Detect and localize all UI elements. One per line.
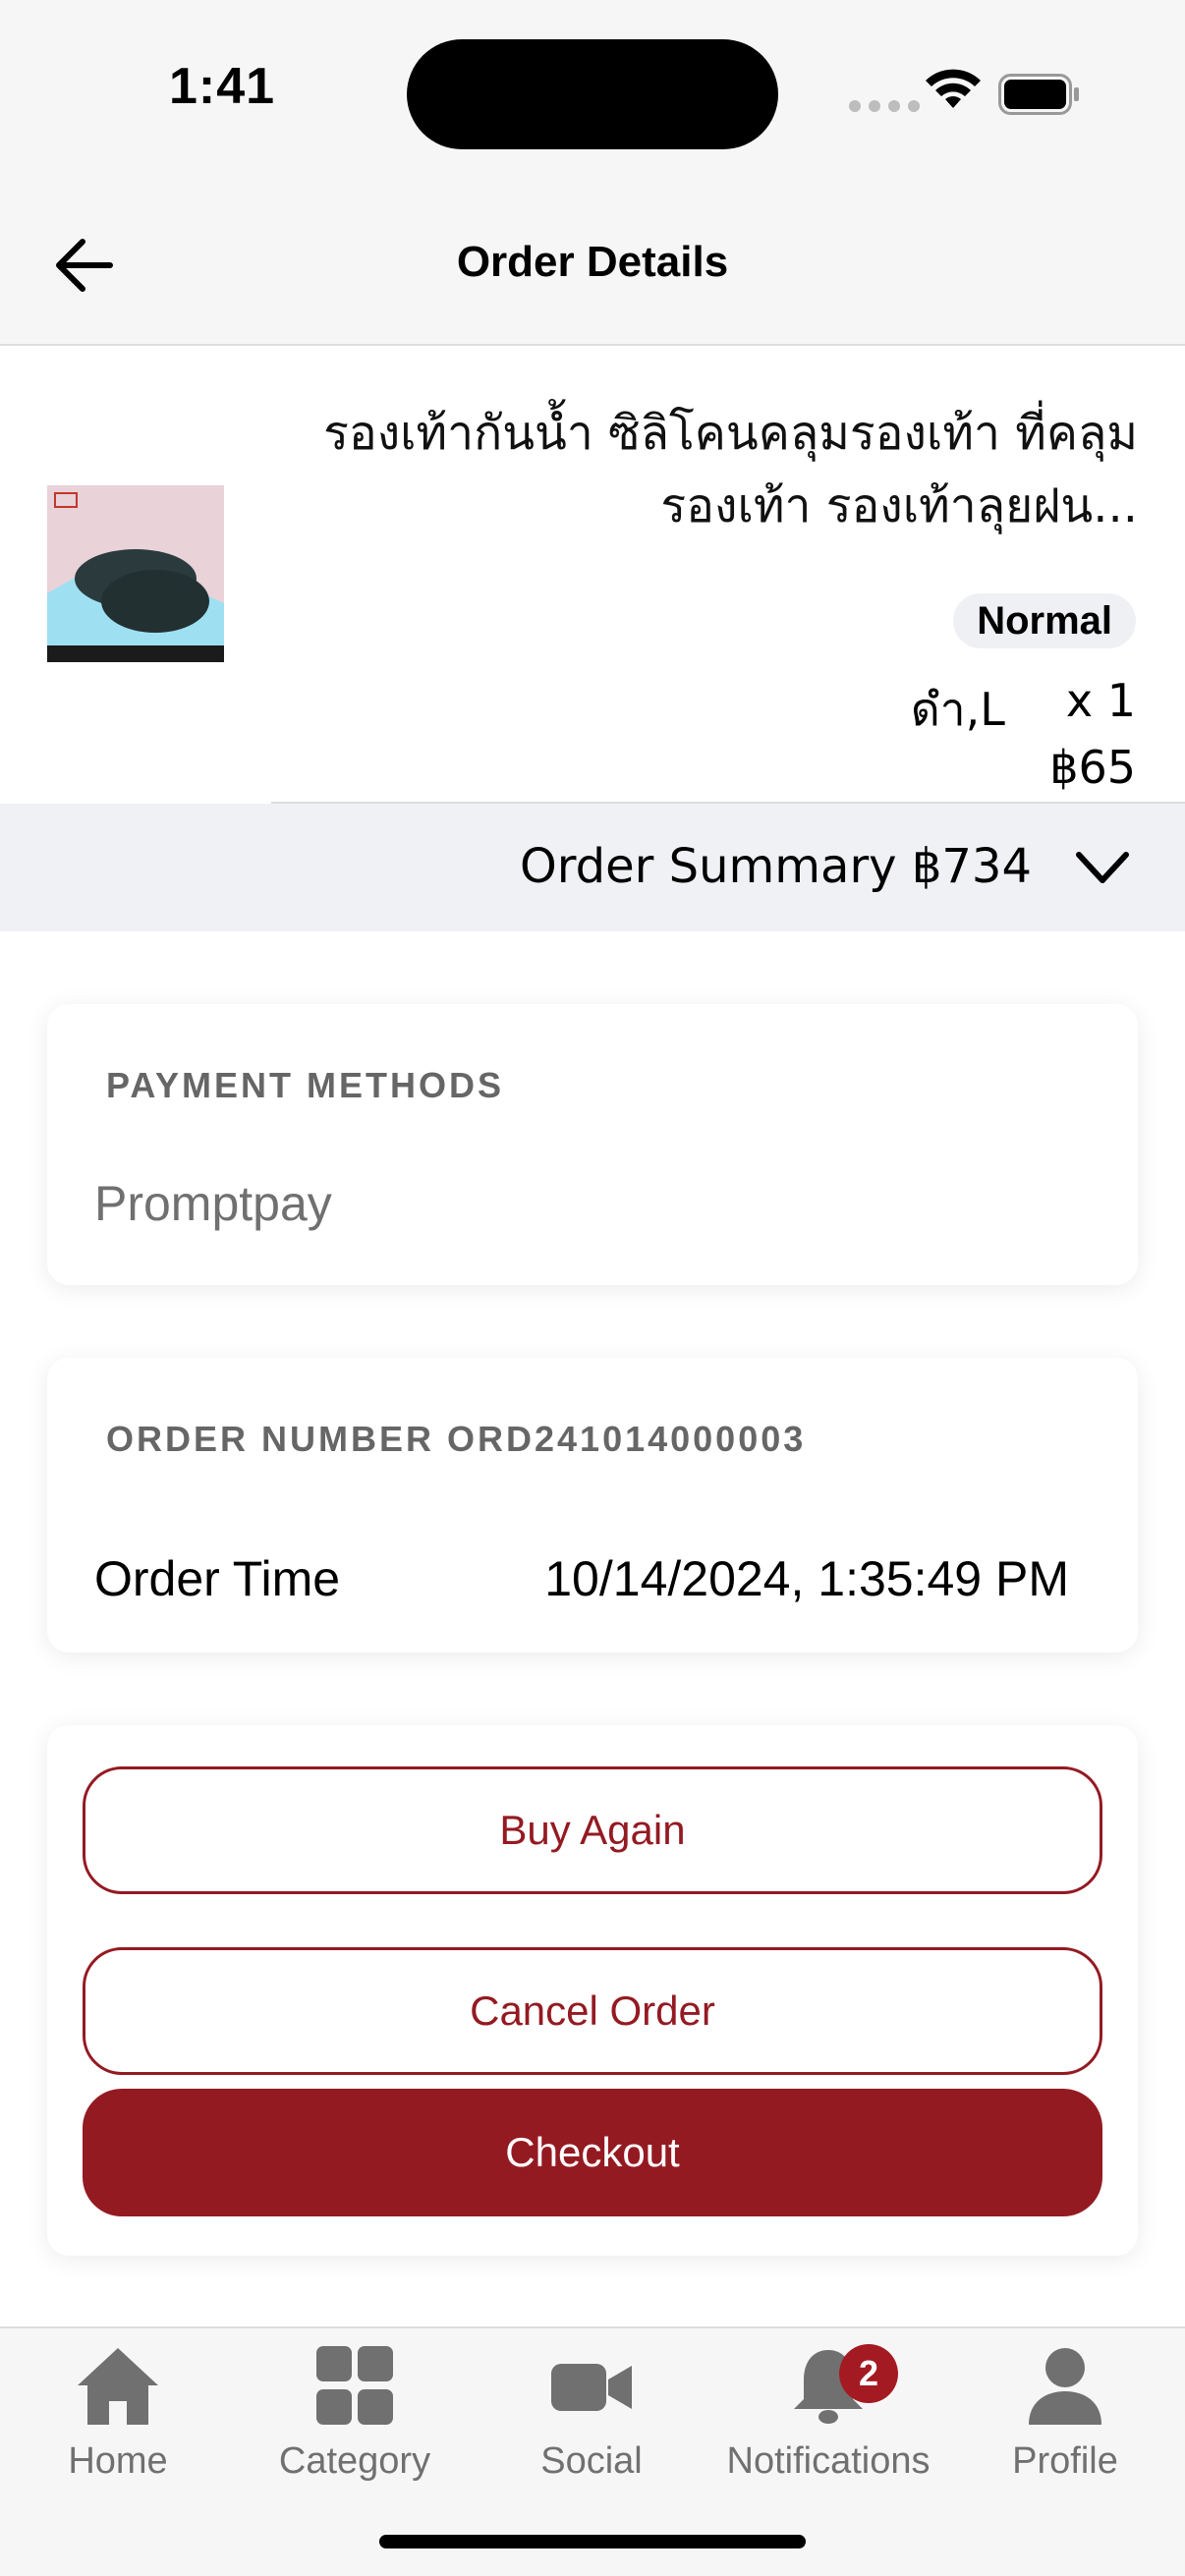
cellular-signal-icon [849,100,920,112]
grid-icon [316,2346,393,2425]
order-info-card: ORDER NUMBER ORD241014000003 Order Time … [47,1358,1138,1652]
nav-item-home[interactable]: Home [0,2344,236,2483]
order-summary-toggle[interactable]: Order Summary ฿734 [0,804,1185,931]
wifi-icon [926,69,981,108]
nav-label-category: Category [278,2440,431,2482]
product-variant-row: ดำ,L x 1 [911,674,1136,746]
home-icon [78,2348,158,2425]
order-number: ORDER NUMBER ORD241014000003 [106,1419,807,1459]
product-price: ฿65 [1049,741,1136,794]
payment-methods-title: PAYMENT METHODS [106,1065,505,1105]
payment-methods-card: PAYMENT METHODS Promptpay [47,1004,1138,1285]
home-indicator [379,2535,806,2548]
nav-label-notifications: Notifications [726,2440,931,2482]
nav-item-category[interactable]: Category [237,2344,473,2483]
payment-method-value: Promptpay [94,1176,332,1231]
nav-label-home: Home [68,2440,168,2482]
top-area: 1:41 Order Details [0,0,1185,346]
product-variant: ดำ,L [910,683,1005,736]
notification-count-badge: 2 [839,2344,898,2403]
nav-item-profile[interactable]: Profile [947,2344,1183,2483]
buy-again-button[interactable]: Buy Again [83,1766,1102,1894]
status-time: 1:41 [169,58,276,115]
order-time-row: Order Time 10/14/2024, 1:35:49 PM [94,1550,1069,1607]
actions-card: Buy Again Cancel Order Checkout [47,1725,1138,2256]
page-title: Order Details [456,238,729,286]
nav-item-social[interactable]: Social [474,2344,709,2483]
battery-icon [998,74,1079,115]
order-details-screen: 1:41 Order Details รองเท้ากันน้ำ ซิลิโคน… [0,0,1185,2576]
order-item[interactable]: รองเท้ากันน้ำ ซิลิโคนคลุมรองเท้า ที่คลุม… [0,348,1185,804]
dynamic-island [407,39,778,149]
order-time-value: 10/14/2024, 1:35:49 PM [544,1551,1069,1606]
nav-label-social: Social [540,2440,643,2482]
product-quantity: x 1 [1065,674,1136,727]
product-thumbnail [47,485,224,662]
checkout-button[interactable]: Checkout [83,2089,1102,2216]
order-summary-label: Order Summary ฿734 [519,839,1032,894]
bell-icon-wrap: 2 [784,2344,898,2427]
video-camera-icon [551,2364,632,2411]
cancel-order-button[interactable]: Cancel Order [83,1947,1102,2075]
product-name: รองเท้ากันน้ำ ซิลิโคนคลุมรองเท้า ที่คลุม… [323,406,1138,533]
status-badge: Normal [953,593,1136,648]
nav-item-notifications[interactable]: 2 Notifications [710,2344,946,2483]
person-icon [1029,2348,1101,2425]
order-time-label: Order Time [94,1551,341,1606]
nav-label-profile: Profile [1012,2440,1118,2482]
chevron-down-icon [1076,852,1129,883]
